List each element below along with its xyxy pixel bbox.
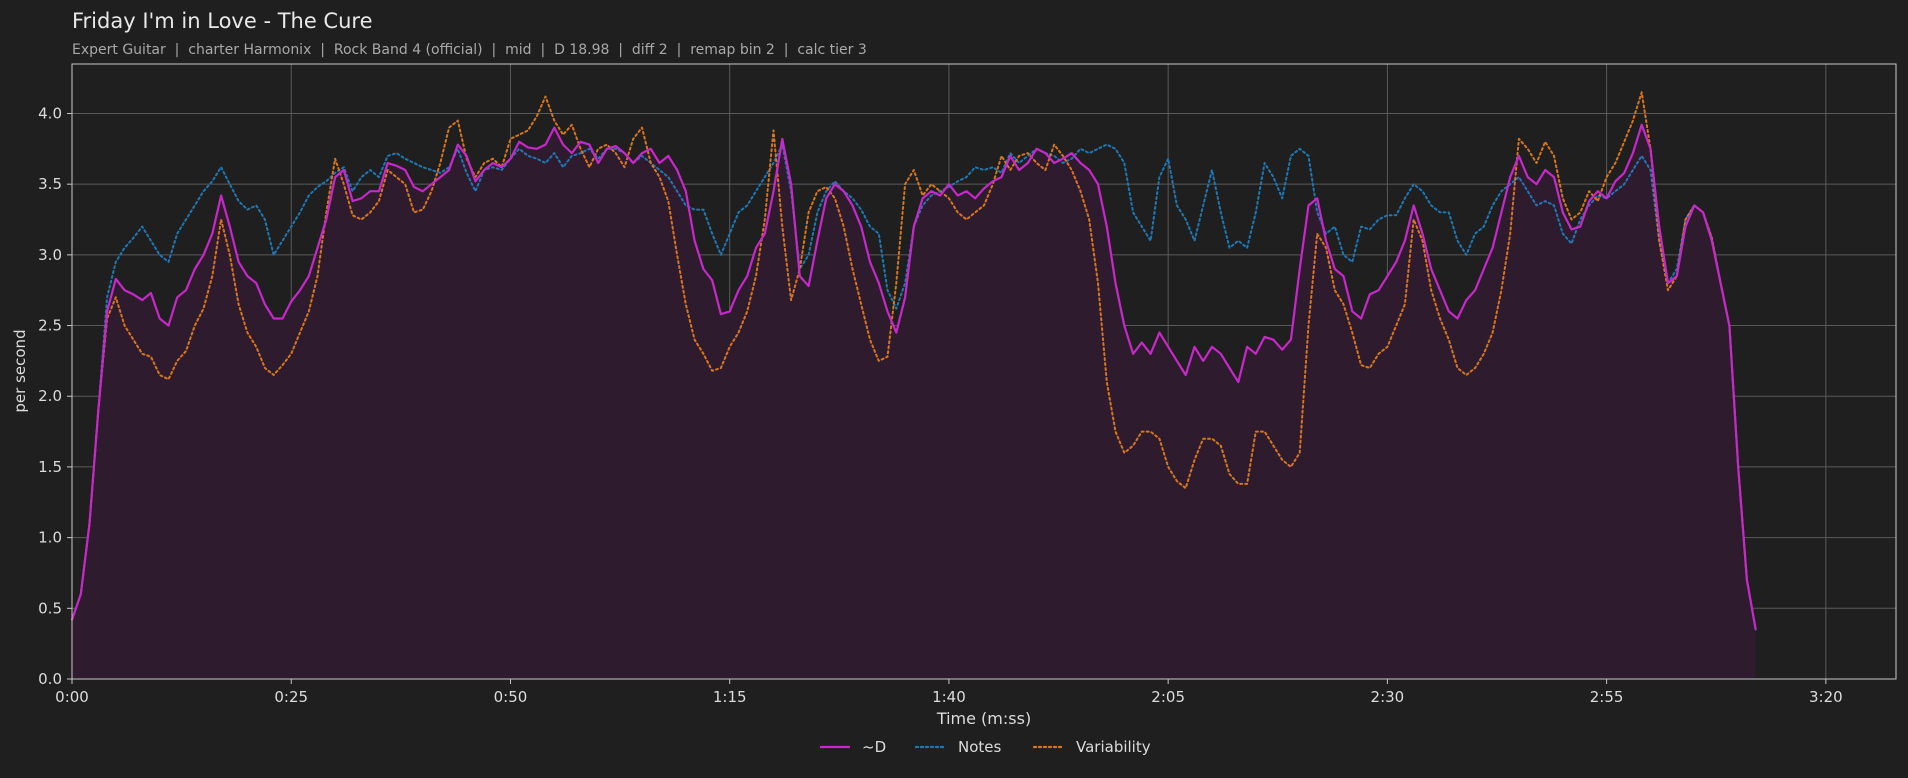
x-tick-label: 2:55 xyxy=(1590,688,1624,706)
x-tick-label: 0:00 xyxy=(55,688,89,706)
x-tick-label: 1:40 xyxy=(932,688,966,706)
legend-label: ~D xyxy=(862,738,886,756)
y-tick-label: 1.0 xyxy=(38,529,62,547)
x-tick-label: 0:50 xyxy=(494,688,528,706)
x-tick-label: 2:30 xyxy=(1371,688,1405,706)
y-tick-label: 2.0 xyxy=(38,387,62,405)
y-tick-label: 4.0 xyxy=(38,104,62,122)
y-tick-label: 0.5 xyxy=(38,599,62,617)
x-tick-label: 3:20 xyxy=(1809,688,1843,706)
x-axis-label: Time (m:ss) xyxy=(936,709,1031,728)
legend-label: Notes xyxy=(958,738,1002,756)
chart-title: Friday I'm in Love - The Cure xyxy=(72,9,373,33)
y-tick-label: 0.0 xyxy=(38,670,62,688)
chart: Friday I'm in Love - The Cure Expert Gui… xyxy=(0,0,1908,774)
x-tick-label: 0:25 xyxy=(274,688,308,706)
x-tick-label: 1:15 xyxy=(713,688,747,706)
y-tick-label: 3.0 xyxy=(38,246,62,264)
y-tick-label: 1.5 xyxy=(38,458,62,476)
chart-subtitle: Expert Guitar | charter Harmonix | Rock … xyxy=(72,42,867,58)
legend-label: Variability xyxy=(1076,738,1151,756)
legend: ~D Notes Variability xyxy=(820,738,1151,756)
x-tick-label: 2:05 xyxy=(1151,688,1185,706)
y-tick-label: 3.5 xyxy=(38,175,62,193)
y-axis-label: per second xyxy=(11,329,29,412)
y-tick-label: 2.5 xyxy=(38,317,62,335)
